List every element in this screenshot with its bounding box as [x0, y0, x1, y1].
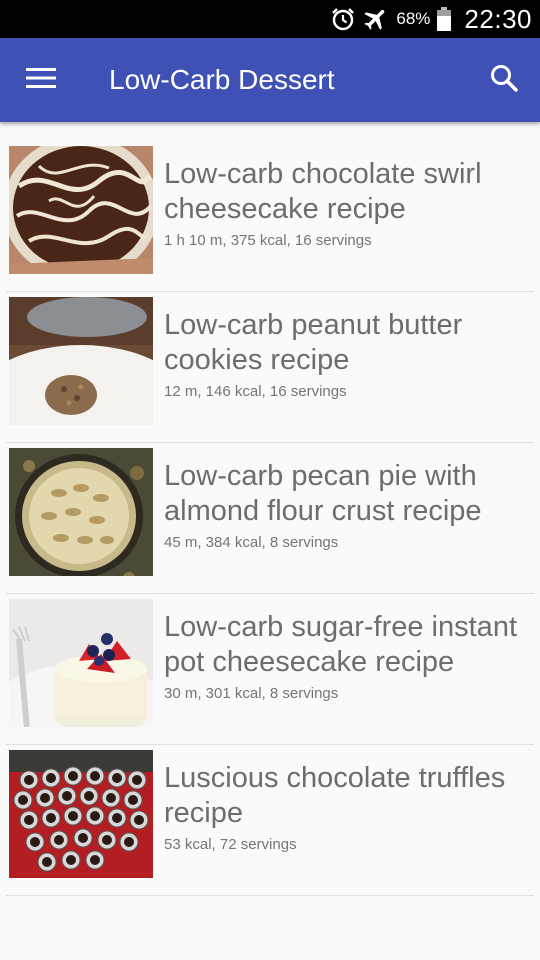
recipe-image: [9, 448, 153, 576]
recipe-meta: 45 m, 384 kcal, 8 servings: [164, 534, 339, 551]
status-bar: 68% 22:30: [0, 0, 540, 38]
recipe-title: Low-carb peanut butter cookies recipe: [164, 309, 463, 376]
recipe-list: Low-carb chocolate swirl cheesecake reci…: [0, 141, 540, 896]
menu-icon: [26, 67, 56, 94]
list-item[interactable]: Low-carb peanut butter cookies recipe 12…: [6, 292, 534, 443]
recipe-meta: 1 h 10 m, 375 kcal, 16 servings: [164, 232, 372, 249]
recipe-meta: 12 m, 146 kcal, 16 servings: [164, 383, 347, 400]
recipe-image: [9, 599, 153, 727]
list-item[interactable]: Luscious chocolate truffles recipe 53 kc…: [6, 745, 534, 896]
recipe-title: Low-carb chocolate swirl cheesecake reci…: [164, 158, 482, 225]
list-item[interactable]: Low-carb sugar-free instant pot cheeseca…: [6, 594, 534, 745]
recipe-image: [9, 297, 153, 425]
menu-button[interactable]: [14, 54, 68, 106]
list-item[interactable]: Low-carb chocolate swirl cheesecake reci…: [6, 141, 534, 292]
search-button[interactable]: [478, 54, 530, 106]
recipe-title: Luscious chocolate truffles recipe: [164, 762, 506, 829]
clock: 22:30: [464, 3, 532, 34]
airplane-icon: [362, 5, 390, 33]
recipe-title: Low-carb sugar-free instant pot cheeseca…: [164, 611, 517, 678]
list-item[interactable]: Low-carb pecan pie with almond flour cru…: [6, 443, 534, 594]
recipe-meta: 53 kcal, 72 servings: [164, 836, 297, 853]
battery-percentage: 68%: [396, 9, 431, 28]
recipe-title: Low-carb pecan pie with almond flour cru…: [164, 460, 482, 527]
search-icon: [489, 63, 519, 98]
recipe-image: [9, 146, 153, 274]
recipe-image: [9, 750, 153, 878]
status-icons: 68% 22:30: [330, 0, 532, 38]
app-bar: Low-Carb Dessert: [0, 38, 540, 122]
recipe-meta: 30 m, 301 kcal, 8 servings: [164, 685, 339, 702]
battery-icon: [436, 6, 452, 32]
app-title: Low-Carb Dessert: [109, 64, 335, 95]
alarm-icon: [330, 6, 356, 32]
